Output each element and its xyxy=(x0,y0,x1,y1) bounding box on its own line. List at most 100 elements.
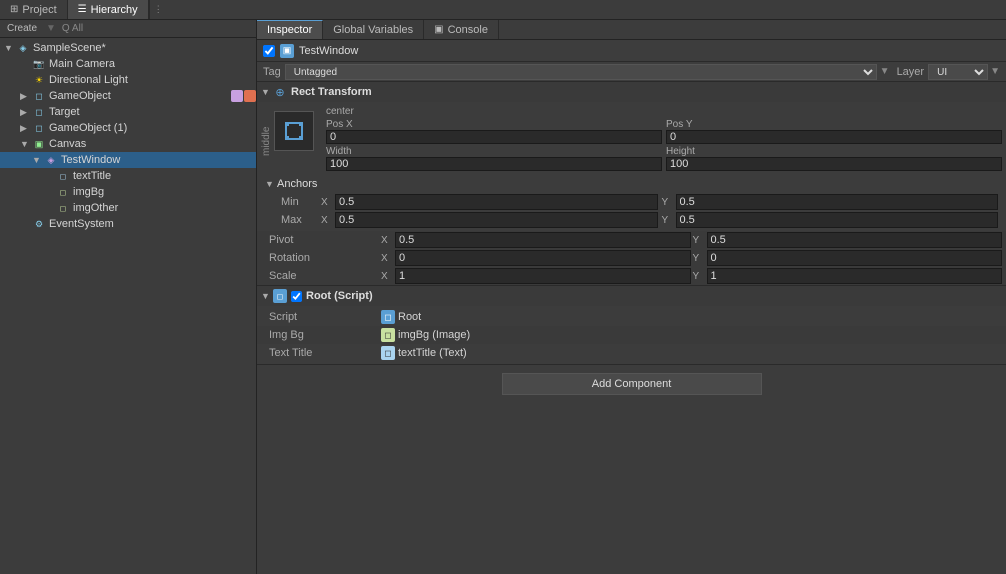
tree-item-gameobject1[interactable]: ▶ ◻ GameObject (1) xyxy=(0,120,256,136)
gameobject-header: ▣ TestWindow xyxy=(257,40,1006,62)
anchors-min-row: Min X Y xyxy=(261,193,1002,211)
tab-hierarchy[interactable]: ☰ Hierarchy xyxy=(68,0,149,19)
imgbg-ref-icon: ◻ xyxy=(381,328,395,342)
anchors-min-x-field[interactable] xyxy=(335,194,658,210)
console-tab-icon: ▣ xyxy=(434,24,443,35)
tree-item-directionallight[interactable]: ▶ ☀ Directional Light xyxy=(0,72,256,88)
add-component-button[interactable]: Add Component xyxy=(502,373,762,395)
pos-y-group: Pos Y xyxy=(666,119,1002,144)
pivot-label: Pivot xyxy=(261,234,381,246)
middle-label: middle xyxy=(261,106,272,156)
anchors-header[interactable]: ▼ Anchors xyxy=(261,175,1002,193)
gameobject-icon: ▣ xyxy=(280,44,294,58)
anchor-dot-tl xyxy=(285,122,289,126)
testwindow-icon: ◈ xyxy=(44,153,58,167)
anchor-widget-area: middle xyxy=(261,106,318,156)
root-script-title: Root (Script) xyxy=(306,290,373,302)
tree-label-directionallight: Directional Light xyxy=(49,74,128,86)
pos-y-label: Pos Y xyxy=(666,119,1002,130)
size-row: Width Height xyxy=(326,146,1002,171)
width-group: Width xyxy=(326,146,662,171)
layer-dropdown[interactable]: UI xyxy=(928,64,988,80)
top-tab-bar: ⊞ Project ☰ Hierarchy ⋮ xyxy=(0,0,1006,20)
scale-x-field[interactable] xyxy=(395,268,691,284)
light-icon: ☀ xyxy=(32,73,46,87)
pos-x-group: Pos X xyxy=(326,119,662,144)
tree-item-canvas[interactable]: ▼ ▣ Canvas xyxy=(0,136,256,152)
imgbg-value-group: ◻ imgBg (Image) xyxy=(381,328,1002,342)
anchor-widget[interactable] xyxy=(274,111,314,151)
gameobj-badge1 xyxy=(231,90,243,102)
hierarchy-tree: ▼ ◈ SampleScene* ▶ 📷 Main Camera ▶ ☀ Dir… xyxy=(0,38,256,574)
height-group: Height xyxy=(666,146,1002,171)
texttitle-icon: ◻ xyxy=(56,169,70,183)
inspector-tabs: Inspector Global Variables ▣ Console xyxy=(257,20,1006,40)
anchors-title: Anchors xyxy=(277,178,317,190)
script-row: Script ◻ Root xyxy=(257,308,1006,326)
tree-item-maincamera[interactable]: ▶ 📷 Main Camera xyxy=(0,56,256,72)
tab-console[interactable]: ▣ Console xyxy=(424,20,499,39)
pivot-row: Pivot X Y xyxy=(257,231,1006,249)
pivot-x-field[interactable] xyxy=(395,232,691,248)
scale-x-axis: X xyxy=(381,271,393,282)
hierarchy-options-icon[interactable]: ⋮ xyxy=(154,4,163,15)
tab-global-variables[interactable]: Global Variables xyxy=(323,20,424,39)
texttitle-value: textTitle (Text) xyxy=(398,347,467,359)
rect-transform-arrow: ▼ xyxy=(261,87,273,97)
gameobj1-icon: ◻ xyxy=(32,121,46,135)
tree-item-gameobject[interactable]: ▶ ◻ GameObject xyxy=(0,88,256,104)
inspector-panel: Inspector Global Variables ▣ Console ▣ T… xyxy=(257,20,1006,574)
anchors-max-label: Max xyxy=(281,214,321,226)
anchors-max-y-field[interactable] xyxy=(676,212,999,228)
script-label: Script xyxy=(261,311,381,323)
imgbg-row: Img Bg ◻ imgBg (Image) xyxy=(257,326,1006,344)
tree-item-eventsystem[interactable]: ▶ ⚙ EventSystem xyxy=(0,216,256,232)
root-script-header[interactable]: ▼ ◻ Root (Script) xyxy=(257,286,1006,306)
tree-label-samplescene: SampleScene* xyxy=(33,42,106,54)
texttitle-ref-icon: ◻ xyxy=(381,346,395,360)
anchors-min-y-field[interactable] xyxy=(676,194,999,210)
anchors-max-x-field[interactable] xyxy=(335,212,658,228)
tree-item-imgbg[interactable]: ▶ ◻ imgBg xyxy=(0,184,256,200)
width-field[interactable] xyxy=(326,157,662,171)
rotation-y-field[interactable] xyxy=(707,250,1003,266)
pos-x-field[interactable] xyxy=(326,130,662,144)
rect-transform-section: ▼ ⊕ Rect Transform middle xyxy=(257,82,1006,286)
tree-item-testwindow[interactable]: ▼ ◈ TestWindow xyxy=(0,152,256,168)
pos-y-field[interactable] xyxy=(666,130,1002,144)
tree-label-testwindow: TestWindow xyxy=(61,154,120,166)
search-all[interactable]: Q All xyxy=(62,23,83,34)
root-script-enabled-checkbox[interactable] xyxy=(291,291,302,302)
pivot-y-field[interactable] xyxy=(707,232,1003,248)
arrow-canvas: ▼ xyxy=(20,139,32,149)
toolbar-separator: ▼ xyxy=(46,23,56,34)
scale-y-axis: Y xyxy=(693,271,705,282)
scale-y-field[interactable] xyxy=(707,268,1003,284)
rect-transform-header[interactable]: ▼ ⊕ Rect Transform xyxy=(257,82,1006,102)
rotation-x-field[interactable] xyxy=(395,250,691,266)
arrow-gameobject: ▶ xyxy=(20,91,32,102)
imgbg-label: Img Bg xyxy=(261,329,381,341)
tab-project[interactable]: ⊞ Project xyxy=(0,0,68,19)
rotation-x-axis: X xyxy=(381,253,393,264)
arrow-target: ▶ xyxy=(20,107,32,118)
scale-label: Scale xyxy=(261,270,381,282)
tree-item-imgother[interactable]: ▶ ◻ imgOther xyxy=(0,200,256,216)
tag-arrow-icon: ▼ xyxy=(880,66,890,77)
root-script-props: Script ◻ Root Img Bg ◻ imgBg (Image) xyxy=(257,306,1006,364)
tag-dropdown[interactable]: Untagged xyxy=(285,64,877,80)
tab-inspector[interactable]: Inspector xyxy=(257,20,323,39)
tree-item-texttitle[interactable]: ▶ ◻ textTitle xyxy=(0,168,256,184)
hierarchy-toolbar: Create ▼ Q All xyxy=(0,20,256,38)
tree-item-target[interactable]: ▶ ◻ Target xyxy=(0,104,256,120)
imgbg-value: imgBg (Image) xyxy=(398,329,470,341)
pos-x-label: Pos X xyxy=(326,119,662,130)
gameobject-enabled-checkbox[interactable] xyxy=(263,45,275,57)
rect-transform-body: middle center xyxy=(257,102,1006,173)
center-label: center xyxy=(326,106,1002,117)
pivot-x-axis: X xyxy=(381,235,393,246)
tree-label-texttitle: textTitle xyxy=(73,170,111,182)
create-button[interactable]: Create xyxy=(4,23,40,34)
tree-item-samplescene[interactable]: ▼ ◈ SampleScene* xyxy=(0,40,256,56)
height-field[interactable] xyxy=(666,157,1002,171)
